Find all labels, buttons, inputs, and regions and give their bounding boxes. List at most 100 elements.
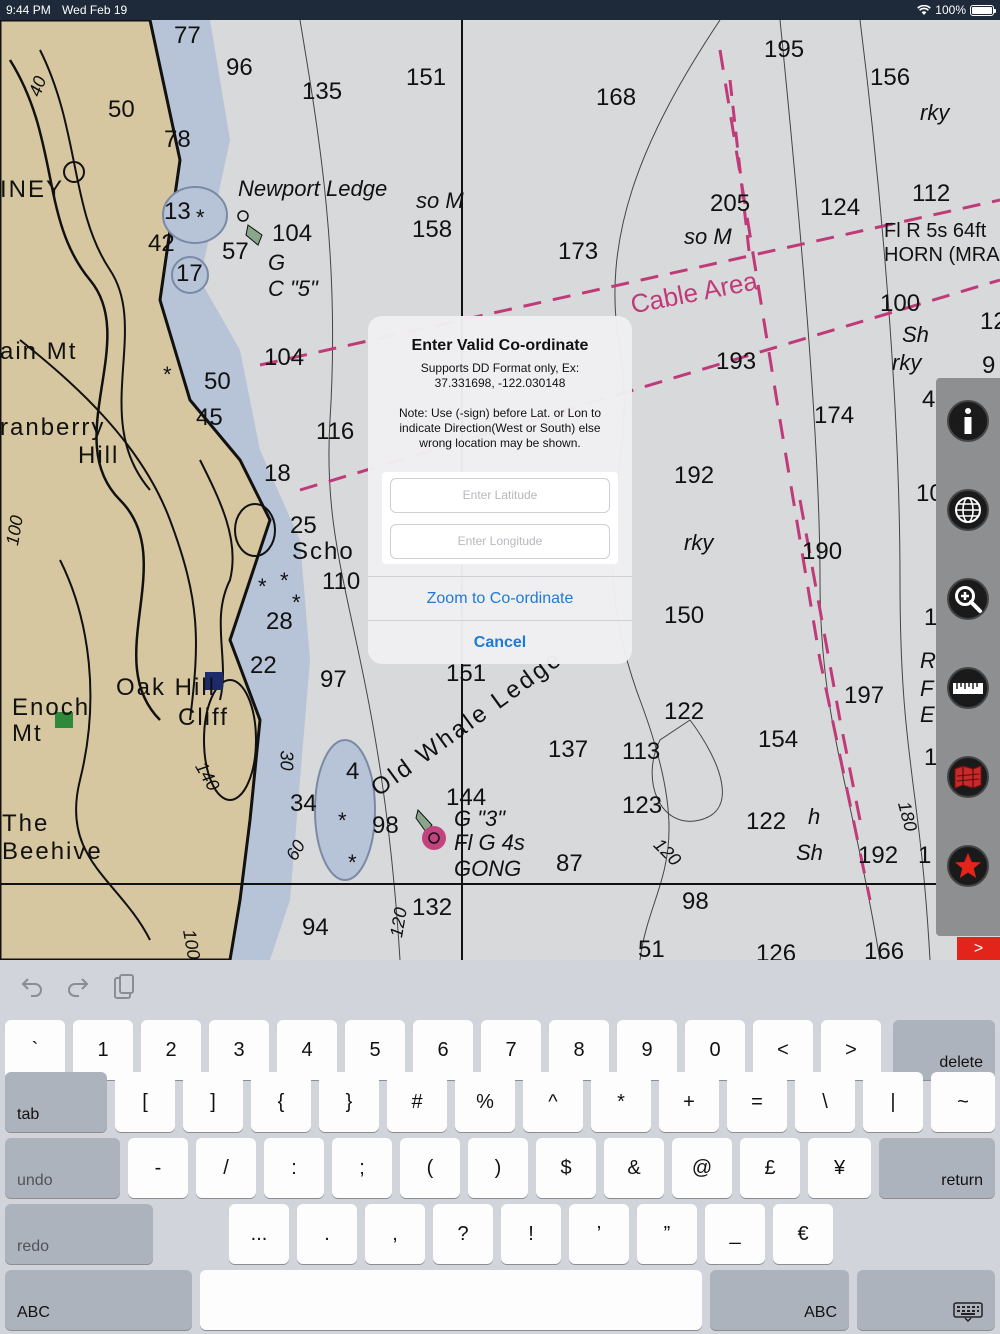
key[interactable]: > xyxy=(821,1020,881,1080)
key[interactable]: / xyxy=(196,1138,256,1198)
key[interactable]: $ xyxy=(536,1138,596,1198)
key[interactable]: 6 xyxy=(413,1020,473,1080)
key[interactable]: ] xyxy=(183,1072,243,1132)
svg-text:*: * xyxy=(280,568,289,593)
key[interactable]: @ xyxy=(672,1138,732,1198)
key[interactable]: | xyxy=(863,1072,923,1132)
redo-icon[interactable] xyxy=(66,974,90,998)
status-date: Wed Feb 19 xyxy=(62,3,128,17)
key[interactable]: # xyxy=(387,1072,447,1132)
info-button[interactable] xyxy=(947,400,989,442)
land-name: INEY xyxy=(0,176,65,203)
sounding: 112 xyxy=(912,180,951,207)
cancel-button[interactable]: Cancel xyxy=(368,621,632,664)
key[interactable]: ¥ xyxy=(808,1138,871,1198)
key[interactable]: ( xyxy=(400,1138,460,1198)
key[interactable]: 5 xyxy=(345,1020,405,1080)
sounding: 168 xyxy=(596,84,637,111)
key[interactable]: , xyxy=(365,1204,425,1264)
key[interactable]: ; xyxy=(332,1138,392,1198)
key[interactable]: & xyxy=(604,1138,664,1198)
key[interactable]: 4 xyxy=(277,1020,337,1080)
battery-icon xyxy=(970,4,996,16)
sounding: 12 xyxy=(980,308,1000,335)
key[interactable]: 1 xyxy=(73,1020,133,1080)
dismiss-keyboard-key[interactable] xyxy=(857,1270,995,1330)
light-characteristic: Fl R 5s 64ft xyxy=(884,220,987,242)
key[interactable]: . xyxy=(297,1204,357,1264)
bottom-type: rky xyxy=(684,530,714,555)
return-key[interactable]: return xyxy=(879,1138,995,1198)
longitude-input[interactable]: Enter Longitude xyxy=(390,524,610,559)
globe-icon xyxy=(955,497,981,523)
key[interactable]: 9 xyxy=(617,1020,677,1080)
key[interactable]: ` xyxy=(5,1020,65,1080)
key[interactable]: \ xyxy=(795,1072,855,1132)
paste-icon[interactable] xyxy=(112,974,136,1000)
sounding: 151 xyxy=(446,660,487,687)
undo-icon[interactable] xyxy=(20,974,44,998)
key[interactable]: : xyxy=(264,1138,324,1198)
key[interactable]: 8 xyxy=(549,1020,609,1080)
key[interactable]: - xyxy=(128,1138,188,1198)
key[interactable]: ” xyxy=(637,1204,697,1264)
favorites-button[interactable] xyxy=(947,845,989,887)
abc-key-label: ABC xyxy=(804,1304,837,1321)
key[interactable]: % xyxy=(455,1072,515,1132)
key[interactable]: < xyxy=(753,1020,813,1080)
key[interactable]: ... xyxy=(229,1204,289,1264)
zoom-to-coordinate-button[interactable]: Zoom to Co-ordinate xyxy=(368,577,632,620)
sounding: 192 xyxy=(858,842,899,869)
land-name: Oak Hill xyxy=(116,674,217,701)
redo-key[interactable]: redo xyxy=(5,1204,153,1264)
sounding: 174 xyxy=(814,402,855,429)
abc-key-left[interactable]: ABC xyxy=(5,1270,192,1330)
key[interactable]: ) xyxy=(468,1138,528,1198)
key[interactable]: ! xyxy=(501,1204,561,1264)
abc-key-right[interactable]: ABC xyxy=(710,1270,849,1330)
key[interactable]: [ xyxy=(115,1072,175,1132)
sounding: 78 xyxy=(164,126,191,153)
key[interactable]: _ xyxy=(705,1204,765,1264)
info-icon xyxy=(964,408,972,434)
expand-tab[interactable]: > xyxy=(957,937,1000,960)
input-group: Enter Latitude Enter Longitude xyxy=(382,472,618,564)
latitude-input[interactable]: Enter Latitude xyxy=(390,478,610,513)
key[interactable]: ’ xyxy=(569,1204,629,1264)
land-name: Enoch xyxy=(12,694,91,721)
chart-layer-button[interactable] xyxy=(947,756,989,798)
sounding: 190 xyxy=(802,538,843,565)
sounding: 151 xyxy=(406,64,447,91)
key[interactable]: * xyxy=(591,1072,651,1132)
key[interactable]: € xyxy=(773,1204,833,1264)
key[interactable]: { xyxy=(251,1072,311,1132)
undo-key[interactable]: undo xyxy=(5,1138,120,1198)
key[interactable]: £ xyxy=(740,1138,800,1198)
keyboard-dismiss-icon xyxy=(953,1302,983,1322)
ruler-button[interactable] xyxy=(947,667,989,709)
sounding: 9 xyxy=(982,352,996,379)
key[interactable]: } xyxy=(319,1072,379,1132)
key[interactable]: ~ xyxy=(931,1072,995,1132)
tab-key[interactable]: tab xyxy=(5,1072,107,1132)
key[interactable]: ? xyxy=(433,1204,493,1264)
delete-key[interactable]: delete xyxy=(893,1020,995,1080)
key[interactable]: = xyxy=(727,1072,787,1132)
key[interactable]: 3 xyxy=(209,1020,269,1080)
key[interactable]: 0 xyxy=(685,1020,745,1080)
key[interactable]: ^ xyxy=(523,1072,583,1132)
sounding: 113 xyxy=(622,738,661,765)
sounding: 173 xyxy=(558,238,599,265)
zoom-to-coordinate-button[interactable] xyxy=(947,578,989,620)
bottom-type: rky xyxy=(920,100,950,125)
key[interactable]: 7 xyxy=(481,1020,541,1080)
sounding: 156 xyxy=(870,64,911,91)
sounding: 135 xyxy=(302,78,343,105)
space-key[interactable] xyxy=(200,1270,702,1330)
buoy-light: Fl G 4s xyxy=(454,830,525,855)
globe-button[interactable] xyxy=(947,489,989,531)
key[interactable]: 2 xyxy=(141,1020,201,1080)
svg-text:*: * xyxy=(348,850,357,875)
sounding: 18 xyxy=(264,460,291,487)
key[interactable]: + xyxy=(659,1072,719,1132)
